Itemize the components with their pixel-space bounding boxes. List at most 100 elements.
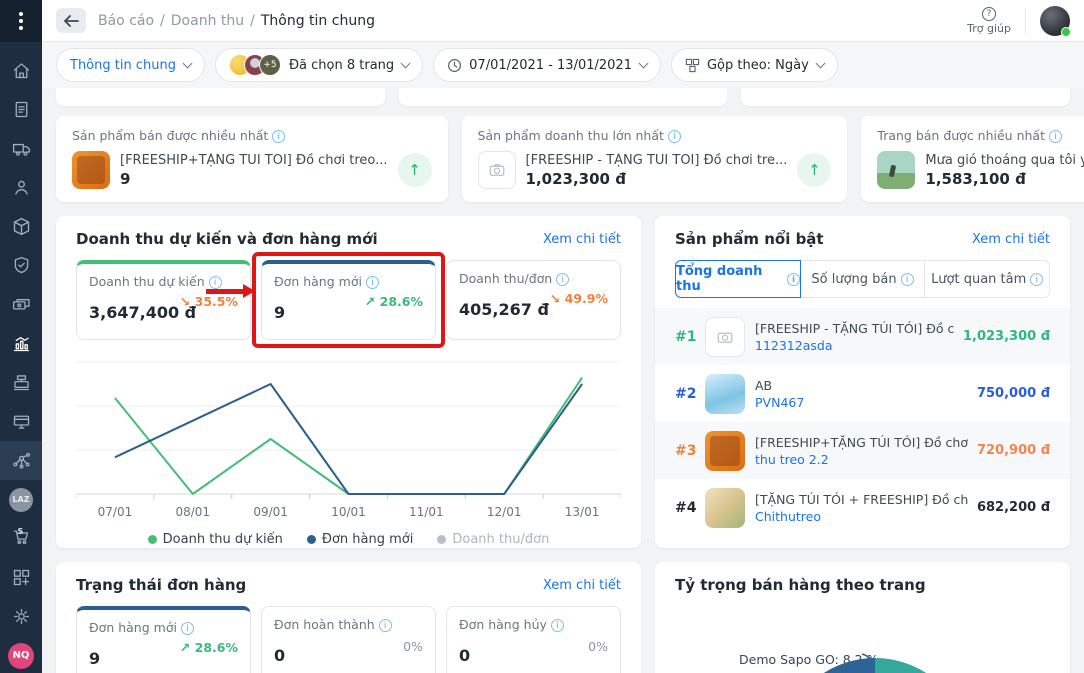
pages-filter[interactable]: +5 Đã chọn 8 trang bbox=[214, 48, 424, 82]
legend-item[interactable]: Doanh thu/đơn bbox=[437, 532, 549, 547]
breadcrumb-reports[interactable]: Báo cáo bbox=[98, 13, 154, 29]
camera-icon bbox=[717, 332, 733, 343]
partial-card bbox=[398, 88, 728, 106]
sidebar-item-reports[interactable] bbox=[0, 324, 42, 363]
section-title: Trạng thái đơn hàng bbox=[76, 576, 247, 594]
info-icon[interactable] bbox=[365, 276, 379, 289]
info-icon[interactable] bbox=[272, 130, 286, 143]
line-chart-area: 07/01 08/01 09/01 10/01 11/01 12/01 13/01 Doan… bbox=[75, 352, 622, 547]
report-type-filter[interactable]: Thông tin chung bbox=[56, 48, 205, 82]
metric-value: 0 bbox=[274, 646, 286, 665]
metric-change: ↘ 35.5% bbox=[179, 294, 238, 309]
sidebar-item-home[interactable] bbox=[0, 51, 42, 90]
metric-change: ↗ 28.6% bbox=[179, 640, 238, 655]
sidebar-item-products[interactable] bbox=[0, 207, 42, 246]
info-icon[interactable] bbox=[180, 622, 194, 635]
sidebar-item-warranty[interactable] bbox=[0, 246, 42, 285]
package-icon bbox=[13, 217, 29, 236]
metric-tab-cancelled-orders[interactable]: Đơn hàng hủy 0% 0 bbox=[446, 606, 621, 673]
svg-text:12/01: 12/01 bbox=[487, 505, 522, 519]
main-content: Sản phẩm bán được nhiều nhất [FREESHIP+T… bbox=[42, 88, 1084, 673]
sidebar-item-settings[interactable] bbox=[0, 597, 42, 636]
order-status-tabs: Đơn hàng mới ↗ 28.6% 9 Đơn hoàn thành 0%… bbox=[76, 606, 621, 673]
topbar: Báo cáo / Doanh thu / Thông tin chung Tr… bbox=[42, 0, 1084, 42]
product-title: [FREESHIP - TẶNG TÚI TỎI] Đồ chơi treo n… bbox=[755, 320, 955, 336]
info-icon[interactable] bbox=[1030, 272, 1044, 286]
product-thumbnail bbox=[705, 373, 745, 414]
metric-tab-completed-orders[interactable]: Đơn hoàn thành 0% 0 bbox=[261, 606, 436, 673]
breadcrumb-separator: / bbox=[160, 12, 165, 29]
sidebar-item-pos[interactable] bbox=[0, 363, 42, 402]
view-detail-link[interactable]: Xem chi tiết bbox=[543, 232, 621, 247]
sidebar-item-storefront[interactable] bbox=[0, 402, 42, 441]
metric-change: ↘ 49.9% bbox=[549, 291, 608, 306]
stat-value: 9 bbox=[120, 169, 131, 188]
tab-interest[interactable]: Lượt quan tâm bbox=[924, 260, 1051, 298]
breadcrumb-revenue[interactable]: Doanh thu bbox=[171, 13, 244, 29]
view-detail-link[interactable]: Xem chi tiết bbox=[543, 578, 621, 593]
network-icon bbox=[12, 452, 30, 469]
view-detail-link[interactable]: Xem chi tiết bbox=[972, 232, 1050, 247]
legend-dot bbox=[147, 535, 157, 544]
info-icon[interactable] bbox=[556, 273, 570, 286]
info-icon[interactable] bbox=[378, 619, 392, 632]
breadcrumb-current: Thông tin chung bbox=[260, 12, 375, 29]
sidebar-item-apps[interactable] bbox=[0, 558, 42, 597]
sidebar-item-orders[interactable] bbox=[0, 90, 42, 129]
clock-icon bbox=[447, 58, 462, 73]
sidebar-item-lazada[interactable]: LAZ bbox=[0, 480, 42, 519]
help-button[interactable]: Trợ giúp bbox=[967, 6, 1011, 35]
user-initials-badge: NQ bbox=[8, 642, 34, 669]
revenue-metric-tabs: Doanh thu dự kiến ↘ 35.5% 3,647,400 đ Đơ… bbox=[76, 252, 621, 348]
legend-item[interactable]: Đơn hàng mới bbox=[306, 532, 413, 547]
info-icon[interactable] bbox=[550, 619, 564, 632]
svg-text:07/01: 07/01 bbox=[98, 505, 133, 519]
shield-check-icon bbox=[14, 256, 28, 274]
sidebar-item-shipping[interactable] bbox=[0, 129, 42, 168]
metric-change: 0% bbox=[588, 639, 608, 654]
sidebar-item-user[interactable]: NQ bbox=[0, 636, 42, 673]
back-button[interactable] bbox=[56, 8, 86, 33]
revenue-chart-card: Doanh thu dự kiến và đơn hàng mới Xem ch… bbox=[56, 216, 641, 548]
revenue-chart: 07/01 08/01 09/01 10/01 11/01 12/01 13/01 bbox=[75, 361, 622, 519]
stat-title: Sản phẩm bán được nhiều nhất bbox=[72, 128, 269, 143]
info-icon[interactable] bbox=[900, 272, 914, 286]
tab-total-revenue[interactable]: Tổng doanh thu bbox=[675, 260, 801, 298]
tab-quantity-sold[interactable]: Số lượng bán bbox=[799, 260, 926, 298]
metric-tab-new-orders[interactable]: Đơn hàng mới ↗ 28.6% 9 bbox=[261, 260, 436, 340]
stat-value: 1,023,300 đ bbox=[525, 169, 626, 188]
product-ranking-list: #1 [FREESHIP - TẶNG TÚI TỎI] Đồ chơi tre… bbox=[655, 308, 1070, 536]
sidebar-item-customers[interactable] bbox=[0, 168, 42, 207]
sidebar-item-finance[interactable] bbox=[0, 285, 42, 324]
sidebar-item-shopee[interactable]: S bbox=[0, 519, 42, 558]
app-menu-button[interactable] bbox=[0, 0, 42, 42]
info-icon[interactable] bbox=[787, 272, 800, 286]
product-link[interactable]: PVN467 bbox=[755, 395, 969, 410]
rank-badge: #1 bbox=[675, 328, 697, 345]
product-thumbnail bbox=[705, 487, 745, 528]
info-icon[interactable] bbox=[1048, 130, 1062, 143]
chevron-down-icon bbox=[182, 58, 193, 68]
product-link[interactable]: thu treo 2.2 bbox=[755, 452, 969, 467]
page-share-card: Tỷ trọng bán hàng theo trang Demo Sapo G… bbox=[655, 562, 1070, 673]
scrolled-cards-row bbox=[56, 88, 1070, 106]
truck-icon bbox=[12, 143, 30, 156]
info-icon[interactable] bbox=[667, 130, 681, 143]
metric-tab-expected-revenue[interactable]: Doanh thu dự kiến ↘ 35.5% 3,647,400 đ bbox=[76, 260, 251, 340]
metric-label: Doanh thu dự kiến bbox=[89, 274, 205, 289]
cash-register-icon bbox=[13, 375, 29, 391]
metric-label: Đơn hoàn thành bbox=[274, 617, 375, 632]
featured-products-card: Sản phẩm nổi bật Xem chi tiết Tổng doanh… bbox=[655, 216, 1070, 548]
product-link[interactable]: 112312asda bbox=[755, 338, 955, 353]
group-by-filter[interactable]: Gộp theo: Ngày bbox=[670, 48, 838, 82]
date-range-filter[interactable]: 07/01/2021 - 13/01/2021 bbox=[433, 48, 661, 82]
user-avatar[interactable] bbox=[1040, 5, 1071, 37]
info-icon[interactable] bbox=[208, 276, 222, 289]
sidebar-item-channels[interactable] bbox=[0, 441, 42, 480]
online-status-dot bbox=[1061, 26, 1071, 37]
legend-item[interactable]: Doanh thu dự kiến bbox=[147, 532, 283, 547]
product-link[interactable]: Chithutreo bbox=[755, 509, 969, 524]
metric-tab-new-orders[interactable]: Đơn hàng mới ↗ 28.6% 9 bbox=[76, 606, 251, 673]
section-title: Doanh thu dự kiến và đơn hàng mới bbox=[76, 230, 378, 248]
metric-tab-revenue-per-order[interactable]: Doanh thu/đơn ↘ 49.9% 405,267 đ bbox=[446, 260, 621, 340]
